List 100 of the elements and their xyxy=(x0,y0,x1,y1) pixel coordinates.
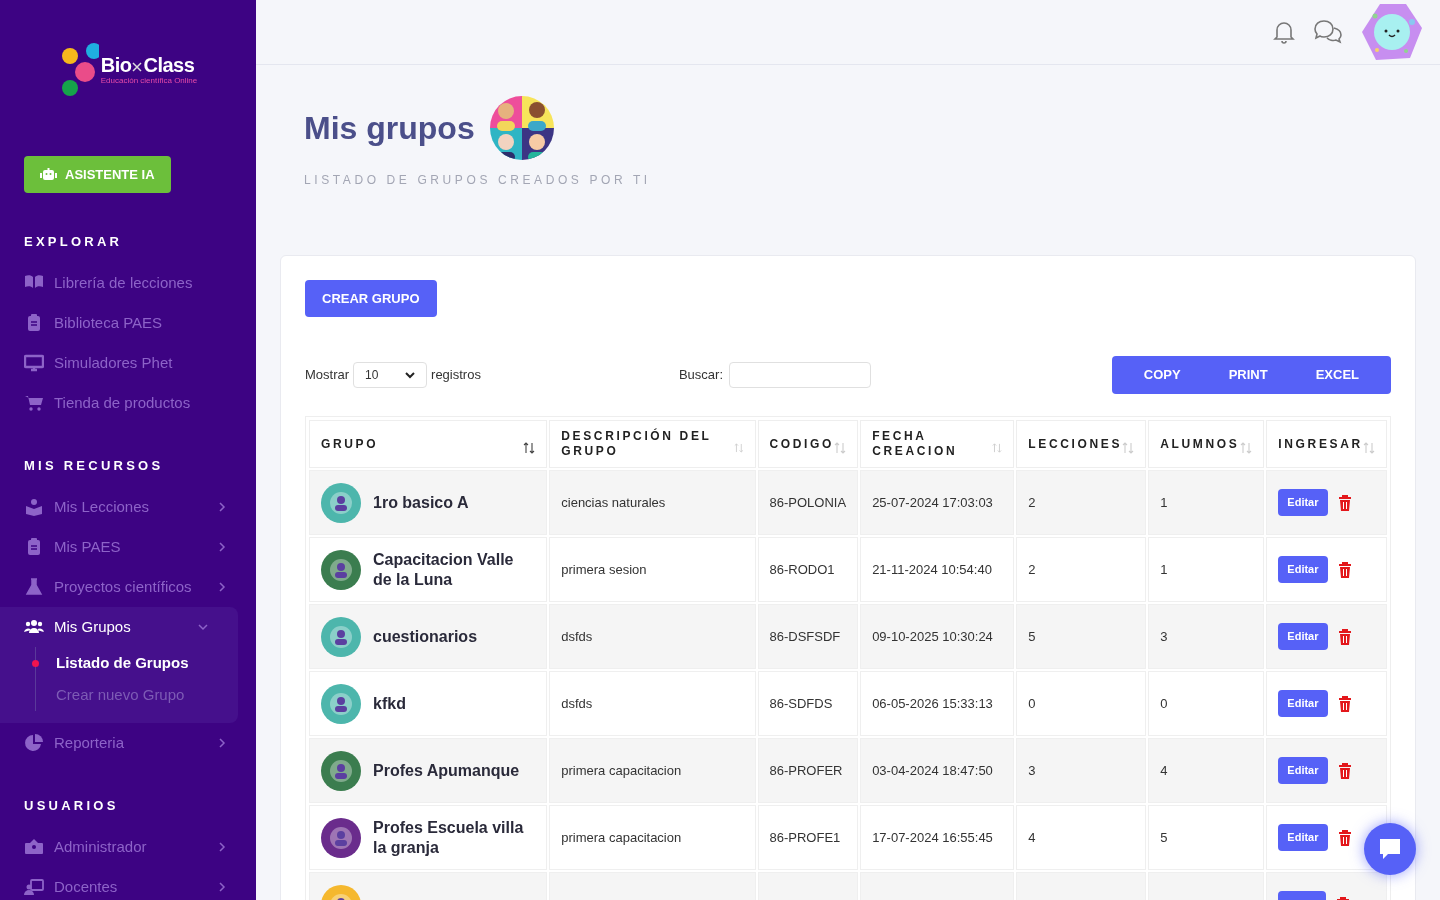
chevron-right-icon xyxy=(219,542,226,552)
chevron-right-icon xyxy=(219,882,226,892)
section-heading: EXPLORAR xyxy=(24,234,123,249)
export-button[interactable]: EXCEL xyxy=(1291,356,1383,394)
table-cell: 3 xyxy=(1028,762,1036,778)
pie-chart-icon xyxy=(24,733,44,753)
submenu-item[interactable]: Listado de Grupos xyxy=(56,647,238,679)
logo-wordmark: Bio Class xyxy=(100,54,196,76)
trash-icon[interactable] xyxy=(1337,695,1352,712)
column-header[interactable]: LECCIONES xyxy=(1015,419,1148,469)
sort-icon xyxy=(1240,442,1253,454)
page-title: Mis grupos xyxy=(304,109,475,148)
group-name: Profes Escuela villa la granja xyxy=(373,817,525,858)
table-cell: 0 xyxy=(1028,695,1036,711)
show-label: Mostrar xyxy=(305,366,350,385)
nav-item[interactable]: Proyectos científicos xyxy=(0,567,256,607)
records-label: registros xyxy=(431,366,481,385)
nav-item[interactable]: Docentes xyxy=(0,867,256,900)
group-name: Capacitacion Valle de la Luna xyxy=(373,549,515,590)
table-cell: 1 xyxy=(1160,494,1168,510)
teacher-icon xyxy=(24,877,44,897)
table-cell: 4 xyxy=(1028,829,1036,845)
cross-icon xyxy=(132,61,143,72)
section-heading: MIS RECURSOS xyxy=(24,458,164,473)
table-cell: 3 xyxy=(1160,628,1168,644)
table-cell: 21-11-2024 10:54:40 xyxy=(872,561,992,577)
column-header[interactable]: FECHA CREACION xyxy=(859,419,1016,469)
sort-icon xyxy=(992,442,1003,454)
nav-item[interactable]: Reporteria xyxy=(0,723,256,763)
trash-icon[interactable] xyxy=(1337,628,1352,645)
group-name: 1ro basico A xyxy=(373,492,469,513)
table-cell: 86-SDFDS xyxy=(769,695,833,711)
sort-icon xyxy=(523,442,536,454)
table-cell: 09-10-2025 10:30:24 xyxy=(872,628,993,644)
nav-item[interactable]: Mis Lecciones xyxy=(0,487,256,527)
edit-button[interactable]: Editar xyxy=(1278,757,1328,784)
chevron-down-icon xyxy=(198,623,208,631)
sort-icon xyxy=(834,442,847,454)
column-header[interactable]: ALUMNOS xyxy=(1147,419,1266,469)
chevron-right-icon xyxy=(219,582,226,592)
table-cell: 86-RODO1 xyxy=(769,561,835,577)
caret-icon xyxy=(405,371,416,379)
table-cell: 86-PROFER xyxy=(769,762,843,778)
column-header[interactable]: GRUPO xyxy=(308,419,549,469)
chat-icon[interactable] xyxy=(1312,19,1344,45)
group-name: cuestionarios xyxy=(373,626,478,647)
nav-item[interactable]: Administrador xyxy=(0,827,256,867)
chevron-right-icon xyxy=(219,502,226,512)
group-name: kfkd xyxy=(373,693,406,714)
chevron-right-icon xyxy=(219,738,226,748)
logo-tagline: Educación científica Online xyxy=(100,76,198,86)
chat-icon xyxy=(1377,836,1403,862)
edit-button[interactable]: Editar xyxy=(1278,690,1328,717)
flask-icon xyxy=(24,577,44,597)
building-icon xyxy=(24,837,44,857)
nav-item[interactable]: Tienda de productos xyxy=(0,383,256,423)
table-cell: dsfds xyxy=(561,628,593,644)
edit-button[interactable]: Editar xyxy=(1278,824,1328,851)
table-cell: 86-PROFE1 xyxy=(769,829,841,845)
column-header[interactable]: DESCRIPCIÓN DEL GRUPO xyxy=(548,419,757,469)
nav-item[interactable]: Mis PAES xyxy=(0,527,256,567)
table-cell: 1 xyxy=(1160,561,1168,577)
sort-icon xyxy=(733,442,744,454)
table-cell: 2 xyxy=(1028,561,1036,577)
page-length-select[interactable]: 10 xyxy=(353,362,428,388)
nav-item[interactable]: Librería de lecciones xyxy=(0,263,256,303)
cart-icon xyxy=(24,393,44,413)
create-group-button[interactable]: CREAR GRUPO xyxy=(305,280,437,317)
submenu-item[interactable]: Crear nuevo Grupo xyxy=(56,679,238,711)
column-header[interactable]: CODIGO xyxy=(756,419,860,469)
export-button[interactable]: COPY xyxy=(1119,356,1205,394)
table-cell: 17-07-2024 16:55:45 xyxy=(872,829,993,845)
table-cell: 86-POLONIA xyxy=(769,494,847,510)
trash-icon[interactable] xyxy=(1337,762,1352,779)
bell-icon[interactable] xyxy=(1272,19,1296,45)
trash-icon[interactable] xyxy=(1337,829,1352,846)
trash-icon[interactable] xyxy=(1337,561,1352,578)
nav-item[interactable]: Mis Grupos xyxy=(0,607,238,647)
robot-icon xyxy=(40,168,57,181)
table-cell: 5 xyxy=(1028,628,1036,644)
table-cell: 4 xyxy=(1160,762,1168,778)
edit-button[interactable]: Editar xyxy=(1278,556,1328,583)
group-illustration xyxy=(488,95,555,161)
table-cell: dsfds xyxy=(561,695,593,711)
table-cell: 25-07-2024 17:03:03 xyxy=(872,494,993,510)
nav-item[interactable]: Biblioteca PAES xyxy=(0,303,256,343)
edit-button[interactable]: Editar xyxy=(1278,489,1328,516)
edit-button[interactable]: Editar xyxy=(1278,623,1328,650)
monitor-icon xyxy=(24,353,44,373)
column-header[interactable]: INGRESAR xyxy=(1265,419,1388,469)
table-cell: 86-DSFSDF xyxy=(769,628,841,644)
export-button[interactable]: PRINT xyxy=(1204,356,1292,394)
sort-icon xyxy=(1363,442,1375,454)
trash-icon[interactable] xyxy=(1337,494,1352,511)
group-name: Profes Apumanque xyxy=(373,760,520,781)
table-cell: primera capacitacion xyxy=(561,762,682,778)
nav-item[interactable]: Simuladores Phet xyxy=(0,343,256,383)
search-field[interactable] xyxy=(729,362,871,388)
table-cell: primera capacitacion xyxy=(561,829,682,845)
table-cell: 06-05-2026 15:33:13 xyxy=(872,695,993,711)
